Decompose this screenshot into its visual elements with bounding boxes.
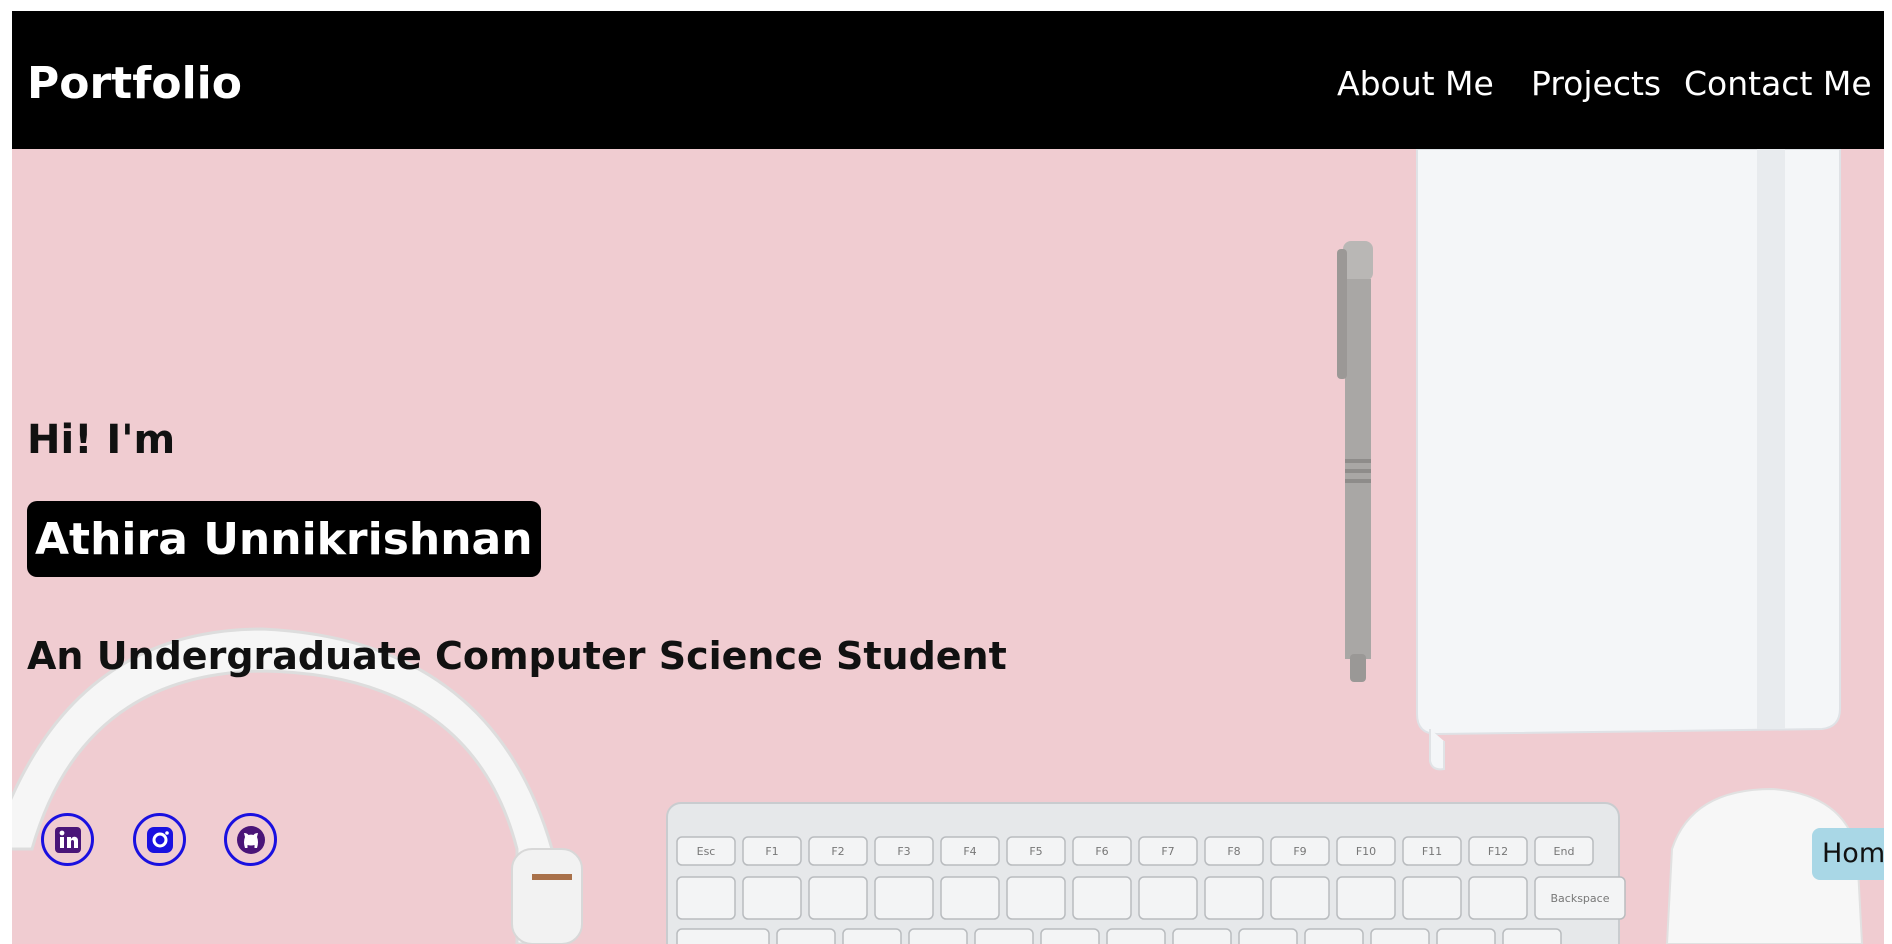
keyboard-key xyxy=(676,876,736,920)
keyboard-key xyxy=(1402,876,1462,920)
keyboard-key xyxy=(1006,876,1066,920)
home-button[interactable]: Home xyxy=(1812,828,1884,880)
keyboard-key xyxy=(1172,928,1232,944)
instagram-link[interactable] xyxy=(133,813,186,866)
pen-image xyxy=(1337,241,1373,682)
keyboard-key xyxy=(1072,876,1132,920)
keyboard-key xyxy=(974,928,1034,944)
keyboard-key xyxy=(776,928,836,944)
page: Portfolio About Me Projects Contact Me E… xyxy=(12,11,1884,944)
keyboard-image: Esc F1 F2 F3 F4 F5 F6 F7 F8 F9 F10 F11 F12 End Backsp… xyxy=(666,802,1626,944)
keyboard-key xyxy=(1238,928,1298,944)
keyboard-key xyxy=(1370,928,1430,944)
keyboard-key xyxy=(1304,928,1364,944)
keyboard-key-label: F9 xyxy=(1293,845,1306,858)
subtitle-text: An Undergraduate Computer Science Studen… xyxy=(27,634,1007,678)
keyboard-key-label: F11 xyxy=(1422,845,1442,858)
nav-about-me[interactable]: About Me xyxy=(1337,63,1494,105)
keyboard-key xyxy=(1138,876,1198,920)
notebook-image xyxy=(1416,149,1841,771)
keyboard-key-label: F2 xyxy=(831,845,844,858)
keyboard-key xyxy=(874,876,934,920)
name-badge: Athira Unnikrishnan xyxy=(27,501,541,577)
keyboard-key xyxy=(1270,876,1330,920)
nav-projects[interactable]: Projects xyxy=(1531,63,1661,105)
keyboard-key xyxy=(1502,928,1562,944)
keyboard-key-label: F7 xyxy=(1161,845,1174,858)
keyboard-key-label: F12 xyxy=(1488,845,1508,858)
keyboard-key xyxy=(808,876,868,920)
keyboard-key-label: Backspace xyxy=(1551,892,1610,905)
linkedin-link[interactable] xyxy=(41,813,94,866)
keyboard-key xyxy=(1436,928,1496,944)
keyboard-key-label: F5 xyxy=(1029,845,1042,858)
keyboard-key-label: F6 xyxy=(1095,845,1108,858)
brand-logo[interactable]: Portfolio xyxy=(27,57,242,111)
keyboard-key xyxy=(676,928,770,944)
keyboard-key xyxy=(842,928,902,944)
keyboard-key-label: Esc xyxy=(697,845,716,858)
greeting-text: Hi! I'm xyxy=(27,417,176,463)
github-link[interactable] xyxy=(224,813,277,866)
keyboard-key-label: F10 xyxy=(1356,845,1376,858)
hero-section: Esc F1 F2 F3 F4 F5 F6 F7 F8 F9 F10 F11 F12 End Backsp… xyxy=(12,149,1884,944)
instagram-icon xyxy=(146,826,173,853)
keyboard-key xyxy=(1204,876,1264,920)
keyboard-key xyxy=(1106,928,1166,944)
keyboard-key xyxy=(1336,876,1396,920)
keyboard-key xyxy=(1040,928,1100,944)
keyboard-key-label: End xyxy=(1554,845,1575,858)
keyboard-key xyxy=(1468,876,1528,920)
keyboard-key-label: F1 xyxy=(765,845,778,858)
keyboard-key xyxy=(940,876,1000,920)
keyboard-key-label: F8 xyxy=(1227,845,1240,858)
keyboard-key xyxy=(742,876,802,920)
keyboard-key-label: F4 xyxy=(963,845,976,858)
navbar: Portfolio About Me Projects Contact Me xyxy=(12,11,1884,149)
keyboard-key xyxy=(908,928,968,944)
nav-contact-me[interactable]: Contact Me xyxy=(1684,63,1872,105)
github-icon xyxy=(236,825,265,854)
linkedin-icon xyxy=(54,826,81,853)
keyboard-key-label: F3 xyxy=(897,845,910,858)
